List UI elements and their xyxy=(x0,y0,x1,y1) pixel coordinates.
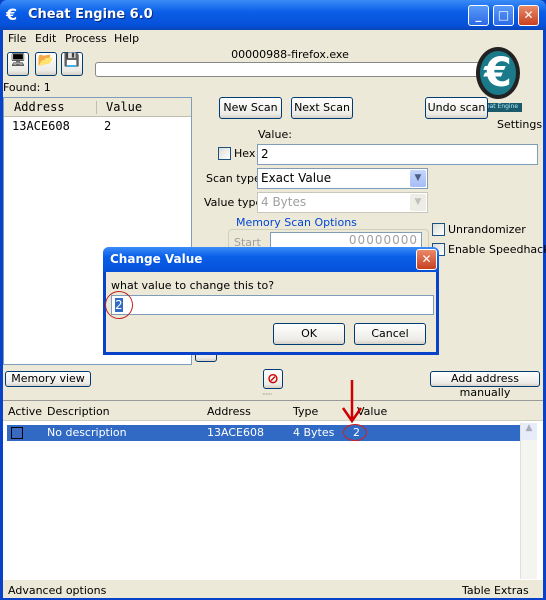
advanced-options-link[interactable]: Advanced options xyxy=(8,584,106,597)
table-row[interactable]: No description 13ACE608 4 Bytes 2 xyxy=(7,425,520,441)
cheat-engine-icon: € xyxy=(6,5,18,24)
menu-help[interactable]: Help xyxy=(114,32,139,45)
memory-scan-options-label: Memory Scan Options xyxy=(234,216,359,229)
scan-value-input[interactable]: 2 xyxy=(257,144,538,165)
new-value-input[interactable]: 2 xyxy=(111,295,434,315)
stop-icon[interactable]: ⊘ xyxy=(263,369,283,389)
minimize-button[interactable]: _ xyxy=(468,5,489,26)
scan-type-select[interactable]: Exact Value ▼ xyxy=(257,168,428,189)
new-scan-button[interactable]: New Scan xyxy=(219,97,282,119)
settings-link[interactable]: Settings xyxy=(497,118,542,131)
unrandomizer-label: Unrandomizer xyxy=(448,223,526,236)
menu-edit[interactable]: Edit xyxy=(35,32,56,45)
close-button[interactable]: ✕ xyxy=(518,5,539,26)
active-checkbox[interactable] xyxy=(11,427,23,439)
unrandomizer-checkbox[interactable] xyxy=(432,223,445,236)
value-type-select[interactable]: 4 Bytes ▼ xyxy=(257,192,428,213)
window-title: Cheat Engine 6.0 xyxy=(28,7,153,22)
menu-process[interactable]: Process xyxy=(65,32,107,45)
value-label: Value: xyxy=(258,128,292,141)
hex-label: Hex xyxy=(234,147,256,160)
column-description[interactable]: Description xyxy=(47,405,110,418)
dialog-close-button[interactable]: ✕ xyxy=(416,249,437,270)
cancel-button[interactable]: Cancel xyxy=(354,323,426,345)
result-row[interactable]: 13ACE608 2 xyxy=(4,118,191,134)
dialog-prompt: what value to change this to? xyxy=(111,279,275,292)
menu-file[interactable]: File xyxy=(8,32,26,45)
column-value[interactable]: Value xyxy=(106,100,142,114)
menu-bar: File Edit Process Help xyxy=(0,30,546,46)
title-bar: € Cheat Engine 6.0 _ □ ✕ xyxy=(0,0,546,30)
maximize-button[interactable]: □ xyxy=(493,5,514,26)
found-count: Found: 1 xyxy=(3,81,51,94)
ok-button[interactable]: OK xyxy=(273,323,345,345)
undo-scan-button[interactable]: Undo scan xyxy=(425,97,488,119)
change-value-dialog: Change Value ✕ what value to change this… xyxy=(103,247,439,355)
value-type-label: Value type xyxy=(204,196,263,209)
address-table[interactable]: Active Description Address Type Value No… xyxy=(3,400,543,580)
dialog-title: Change Value xyxy=(110,252,203,266)
table-extras-link[interactable]: Table Extras xyxy=(462,584,529,597)
scan-type-label: Scan type xyxy=(206,172,261,185)
hex-checkbox[interactable] xyxy=(218,147,231,160)
memory-view-button[interactable]: Memory view xyxy=(5,371,91,387)
splitter-handle[interactable]: ······ xyxy=(262,390,272,399)
add-address-manually-button[interactable]: Add address manually xyxy=(430,371,540,399)
chevron-down-icon: ▼ xyxy=(410,170,426,187)
scan-progress-bar xyxy=(95,62,490,77)
process-name: 00000988-firefox.exe xyxy=(231,48,349,61)
speedhack-label: Enable Speedhack xyxy=(448,243,546,256)
column-active[interactable]: Active xyxy=(8,405,42,418)
annotation-circle xyxy=(105,291,133,319)
annotation-circle xyxy=(343,424,367,441)
column-address[interactable]: Address xyxy=(207,405,251,418)
next-scan-button[interactable]: Next Scan xyxy=(291,97,353,119)
annotation-arrow-icon xyxy=(341,380,363,424)
scrollbar[interactable]: ▲ xyxy=(520,423,537,579)
column-type[interactable]: Type xyxy=(293,405,318,418)
column-address[interactable]: Address xyxy=(14,100,65,114)
chevron-down-icon: ▼ xyxy=(410,194,426,211)
